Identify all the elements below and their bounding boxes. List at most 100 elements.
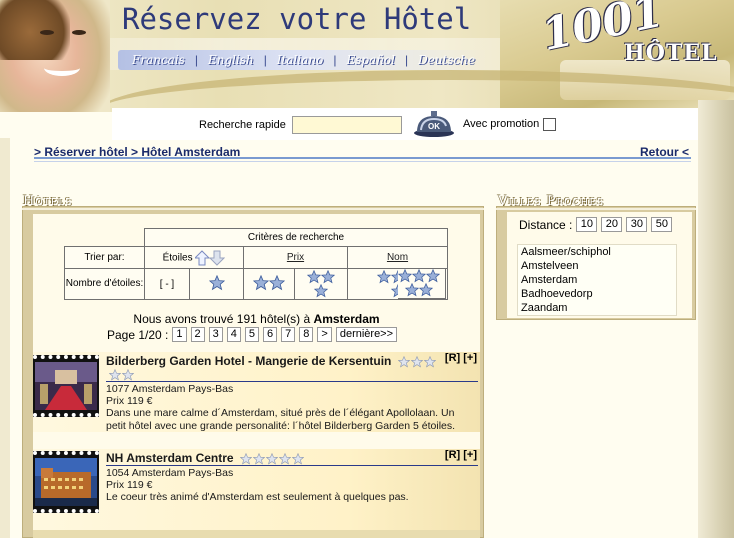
sort-name[interactable]: Nom: [347, 246, 448, 269]
hotel-address: 1077 Amsterdam Pays-Bas: [106, 383, 234, 395]
hotel-photo-2[interactable]: [35, 458, 97, 506]
hotel-thumbnail-frame[interactable]: [33, 355, 99, 417]
header-swoosh: [100, 70, 734, 112]
hotel-photo-1[interactable]: [35, 362, 97, 410]
distance-filter: Distance : 10 20 30 50: [519, 217, 673, 232]
results-count: Nous avons trouvé 191 hôtel(s) à Amsterd…: [33, 312, 480, 326]
star-icon: [419, 283, 433, 297]
left-decor: [0, 138, 10, 538]
star-icon: [376, 270, 391, 284]
quick-search-label: Recherche rapide: [199, 119, 286, 131]
quick-search-input[interactable]: [292, 116, 402, 134]
stars-filter-none[interactable]: [ - ]: [144, 268, 190, 300]
star-icon: [405, 283, 419, 297]
page-8-button[interactable]: 8: [299, 327, 314, 342]
right-decor: [698, 100, 734, 538]
page-7-button[interactable]: 7: [281, 327, 296, 342]
breadcrumb-path[interactable]: > Réserver hôtel > Hôtel Amsterdam: [34, 145, 240, 159]
pager-label: Page 1/20 :: [107, 327, 169, 342]
star-icon: [410, 355, 423, 368]
results-count-prefix: Nous avons trouvé 191 hôtel(s) à: [133, 312, 311, 326]
results-city: Amsterdam: [313, 312, 380, 326]
stars-filter-3[interactable]: [294, 268, 348, 300]
hotel-thumbnail-frame[interactable]: [33, 451, 99, 513]
sort-stars: Étoiles: [144, 246, 244, 269]
stars-filter-5[interactable]: [398, 268, 446, 299]
lang-francais[interactable]: Francais: [122, 53, 195, 67]
page-5-button[interactable]: 5: [244, 327, 260, 342]
promotion-label: Avec promotion: [463, 118, 540, 130]
lang-espanol[interactable]: Español: [336, 53, 405, 67]
sort-name-link[interactable]: Nom: [387, 252, 408, 263]
hotels-section-title: Hôtels: [23, 194, 73, 209]
lang-english[interactable]: English: [198, 53, 264, 67]
page-4-button[interactable]: 4: [226, 327, 241, 342]
star-cluster-icon[interactable]: [303, 270, 339, 298]
distance-10-button[interactable]: 10: [576, 217, 598, 232]
star-cluster-icon[interactable]: [199, 274, 235, 291]
hotel-actions[interactable]: [R] [+]: [445, 352, 477, 364]
ok-bell-icon[interactable]: OK: [412, 108, 456, 138]
sort-price-link[interactable]: Prix: [287, 252, 304, 263]
hotel-price: Prix 119 €: [106, 395, 153, 407]
hotel-stars: [239, 452, 304, 465]
next-page-button[interactable]: >: [317, 327, 332, 342]
star-icon: [398, 269, 412, 283]
city-item[interactable]: Zaandam: [518, 301, 676, 315]
lang-italiano[interactable]: Italiano: [267, 53, 334, 67]
hotel-description: Le coeur très animé d'Amsterdam est seul…: [106, 491, 409, 503]
distance-30-button[interactable]: 30: [626, 217, 648, 232]
sort-arrows-icon[interactable]: [194, 249, 226, 266]
nearby-city-list[interactable]: Aalsmeer/schiphol Amstelveen Amsterdam B…: [517, 244, 677, 316]
stars-filter-1[interactable]: [189, 268, 244, 300]
promotion-checkbox[interactable]: [543, 118, 556, 131]
city-item[interactable]: Badhoevedorp: [518, 287, 676, 301]
search-criteria-table: Critères de recherche Trier par: Étoiles…: [64, 228, 448, 300]
hotel-name[interactable]: NH Amsterdam Centre: [106, 451, 304, 465]
hotel-description: Dans une mare calme d´Amsterdam, situé p…: [106, 407, 456, 432]
star-icon: [314, 284, 328, 298]
hotel-stars: [397, 355, 436, 368]
star-icon: [412, 269, 426, 283]
city-item[interactable]: Amsterdam: [518, 273, 676, 287]
hotel-address: 1054 Amsterdam Pays-Bas: [106, 467, 234, 479]
hotel-list-item: NH Amsterdam Centre [R] [+] 1054 Amsterd…: [33, 449, 480, 530]
hotel-actions[interactable]: [R] [+]: [445, 449, 477, 461]
star-icon: [109, 369, 121, 381]
star-icon: [239, 452, 252, 465]
site-logo-sub[interactable]: HÔTEL: [624, 40, 718, 66]
star-icon: [208, 274, 225, 290]
breadcrumb: > Réserver hôtel > Hôtel Amsterdam Retou…: [34, 145, 691, 159]
pagination: Page 1/20 : 1 2 3 4 5 6 7 8 > dernière>>: [107, 327, 401, 342]
hotel-name-text[interactable]: Bilderberg Garden Hotel - Mangerie de Ke…: [106, 354, 391, 368]
stars-filter-label: Nombre d'étoiles:: [64, 268, 145, 300]
page-6-button[interactable]: 6: [263, 327, 278, 342]
distance-20-button[interactable]: 20: [601, 217, 623, 232]
last-page-button[interactable]: dernière>>: [335, 327, 398, 342]
site-header: Réservez votre Hôtel 1001 HÔTEL Francais…: [0, 0, 734, 112]
city-item[interactable]: Amstelveen: [518, 259, 676, 273]
lang-deutsche[interactable]: Deutsche: [408, 53, 485, 67]
star-icon: [426, 269, 440, 283]
star-cluster-icon[interactable]: [251, 274, 287, 291]
hotel-name[interactable]: Bilderberg Garden Hotel - Mangerie de Ke…: [106, 354, 436, 368]
sort-price[interactable]: Prix: [243, 246, 348, 269]
star-icon: [253, 274, 269, 290]
hotel-stars-wrap: [109, 369, 134, 381]
city-item[interactable]: Aalsmeer/schiphol: [518, 245, 676, 259]
stars-filter-2[interactable]: [243, 268, 295, 300]
page-3-button[interactable]: 3: [208, 327, 223, 342]
star-icon: [278, 452, 291, 465]
page-title: Réservez votre Hôtel: [122, 2, 472, 36]
star-icon: [269, 274, 285, 290]
star-icon: [122, 369, 134, 381]
distance-50-button[interactable]: 50: [651, 217, 673, 232]
hotel-name-text[interactable]: NH Amsterdam Centre: [106, 451, 234, 465]
star-cluster-icon[interactable]: [398, 269, 440, 297]
star-icon: [321, 270, 335, 284]
page-1-button[interactable]: 1: [172, 327, 187, 342]
woman-photo: [0, 0, 110, 112]
back-link[interactable]: Retour <: [640, 145, 689, 159]
star-icon: [265, 452, 278, 465]
page-2-button[interactable]: 2: [190, 327, 205, 342]
